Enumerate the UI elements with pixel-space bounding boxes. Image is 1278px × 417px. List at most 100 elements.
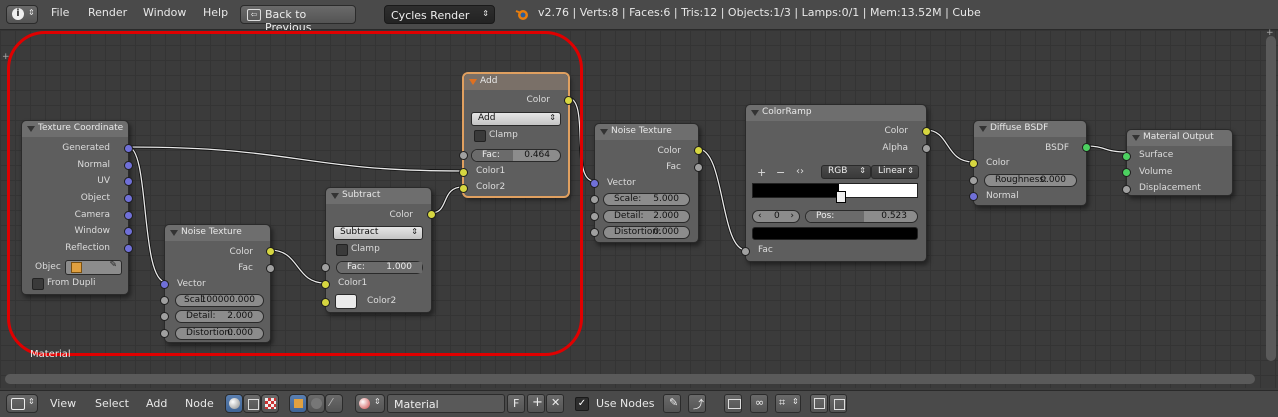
- socket-input-fac[interactable]: [741, 247, 750, 256]
- add-region-icon[interactable]: +: [1266, 28, 1274, 38]
- fake-user-button[interactable]: F: [507, 394, 525, 413]
- plus-icon: +: [532, 395, 543, 410]
- socket-input-color[interactable]: [969, 159, 978, 168]
- image-backdrop-icon: [728, 399, 741, 409]
- detail-label: Detail:: [614, 211, 644, 221]
- world-shader-button[interactable]: [307, 394, 325, 413]
- socket-output-alpha[interactable]: [922, 144, 931, 153]
- snap-grid-icon: ⌗: [779, 396, 786, 409]
- pos-fill: [806, 211, 865, 222]
- output-fac-label: Fac: [666, 162, 681, 172]
- menu-node[interactable]: Node: [185, 397, 214, 410]
- node-header[interactable]: ColorRamp: [746, 105, 926, 121]
- ramp-stop-marker[interactable]: [836, 191, 846, 203]
- socket-input-displacement[interactable]: [1122, 185, 1131, 194]
- menu-add[interactable]: Add: [146, 397, 167, 410]
- scale-field[interactable]: Scale: 5.000: [603, 193, 690, 206]
- use-nodes-label: Use Nodes: [596, 397, 655, 410]
- compositing-nodes-button[interactable]: [243, 394, 261, 413]
- node-colorramp[interactable]: ColorRamp Color Alpha + − ‹› RGB ⇕ Linea…: [741, 104, 931, 262]
- roughness-field[interactable]: Roughness: 0.000: [984, 174, 1077, 187]
- linestyle-shader-button[interactable]: ⁄: [325, 394, 343, 413]
- socket-input-roughness[interactable]: [969, 176, 978, 185]
- proportional-edit-button[interactable]: ∞: [750, 394, 768, 413]
- node-noise-texture-2[interactable]: Noise Texture Color Fac Vector Scale: 5.…: [590, 123, 703, 243]
- color-ramp-gradient[interactable]: [752, 183, 918, 198]
- remove-stop-button[interactable]: −: [776, 166, 785, 179]
- stop-index-field[interactable]: ‹ 0 ›: [752, 210, 800, 223]
- chevron-updown-icon: ⇕: [28, 397, 35, 406]
- object-shader-button[interactable]: [289, 394, 307, 413]
- socket-input-distortion[interactable]: [590, 228, 599, 237]
- vertical-scrollbar[interactable]: [1266, 36, 1276, 361]
- flip-ramp-button[interactable]: ‹›: [796, 166, 804, 177]
- close-icon: ✕: [551, 396, 561, 409]
- pin-button[interactable]: ✎: [663, 394, 681, 413]
- interpolation-select[interactable]: Linear ⇕: [871, 165, 919, 179]
- blender-logo-icon: [515, 7, 529, 21]
- socket-input-normal[interactable]: [969, 192, 978, 201]
- menu-view[interactable]: View: [50, 397, 76, 410]
- info-icon: i: [12, 8, 24, 20]
- add-stop-button[interactable]: +: [757, 166, 766, 179]
- back-to-previous-button[interactable]: ⇦ Back to Previous: [240, 5, 356, 34]
- node-header[interactable]: Material Output: [1127, 130, 1232, 146]
- use-nodes-checkbox[interactable]: ✓: [575, 397, 589, 411]
- color-mode-value: RGB: [828, 166, 848, 176]
- material-name-field[interactable]: Material: [387, 394, 505, 413]
- menu-window[interactable]: Window: [143, 6, 186, 19]
- material-name-value: Material: [394, 398, 439, 411]
- node-editor-canvas[interactable]: Texture Coordinate Generated Normal UV O…: [0, 28, 1278, 388]
- material-browse-button[interactable]: ⇕: [355, 394, 385, 413]
- socket-input-surface[interactable]: [1122, 152, 1131, 161]
- socket-input-volume[interactable]: [1122, 168, 1131, 177]
- node-header[interactable]: Noise Texture: [595, 124, 698, 140]
- snap-button[interactable]: ⌗ ⇕: [775, 394, 801, 413]
- paste-icon: [834, 399, 845, 410]
- menu-help[interactable]: Help: [203, 6, 228, 19]
- node-diffuse-bsdf[interactable]: Diffuse BSDF BSDF Color Roughness: 0.000…: [969, 120, 1091, 206]
- socket-output-bsdf[interactable]: [1082, 143, 1091, 152]
- distortion-field[interactable]: Distortion: 0.000: [603, 226, 690, 239]
- stop-index-value: 0: [774, 211, 780, 221]
- backdrop-button[interactable]: [724, 394, 742, 413]
- color-mode-select[interactable]: RGB ⇕: [821, 165, 871, 179]
- socket-output-color[interactable]: [922, 127, 931, 136]
- chevron-right-icon[interactable]: ›: [790, 211, 794, 221]
- node-editor-icon: [11, 398, 25, 410]
- node-header[interactable]: Diffuse BSDF: [974, 121, 1086, 137]
- input-color-label: Color: [986, 158, 1010, 168]
- pos-field[interactable]: Pos: 0.523: [805, 210, 918, 223]
- paste-nodes-button[interactable]: [829, 394, 847, 413]
- node-material-output[interactable]: Material Output Surface Volume Displacem…: [1122, 129, 1233, 196]
- output-alpha-label: Alpha: [882, 143, 908, 153]
- horizontal-scrollbar[interactable]: [5, 374, 1255, 384]
- menu-render[interactable]: Render: [88, 6, 127, 19]
- texture-nodes-button[interactable]: [261, 394, 279, 413]
- parent-tree-button[interactable]: ⤴: [688, 394, 706, 413]
- editor-type-button[interactable]: i ⇕: [6, 5, 38, 24]
- distortion-value: 0.000: [653, 227, 679, 237]
- output-bsdf-label: BSDF: [1045, 143, 1069, 153]
- add-region-icon[interactable]: +: [2, 52, 10, 62]
- chevron-left-icon[interactable]: ‹: [758, 211, 762, 221]
- stop-color-swatch[interactable]: [752, 227, 918, 240]
- detail-field[interactable]: Detail: 2.000: [603, 210, 690, 223]
- input-displacement-label: Displacement: [1139, 183, 1201, 193]
- socket-input-detail[interactable]: [590, 212, 599, 221]
- menu-file[interactable]: File: [51, 6, 69, 19]
- pos-value: 0.523: [881, 211, 907, 221]
- copy-nodes-button[interactable]: [810, 394, 828, 413]
- editor-type-button[interactable]: ⇕: [6, 394, 38, 413]
- chevron-updown-icon: ⇕: [482, 9, 489, 18]
- socket-input-scale[interactable]: [590, 195, 599, 204]
- socket-output-color[interactable]: [694, 146, 703, 155]
- socket-input-vector[interactable]: [590, 179, 599, 188]
- menu-select[interactable]: Select: [95, 397, 129, 410]
- back-icon: ⇦: [247, 9, 261, 21]
- socket-output-fac[interactable]: [694, 163, 703, 172]
- unlink-material-button[interactable]: ✕: [546, 394, 564, 413]
- new-material-button[interactable]: +: [527, 394, 545, 413]
- shader-nodes-button[interactable]: [225, 394, 243, 413]
- render-engine-select[interactable]: Cycles Render ⇕: [384, 5, 495, 24]
